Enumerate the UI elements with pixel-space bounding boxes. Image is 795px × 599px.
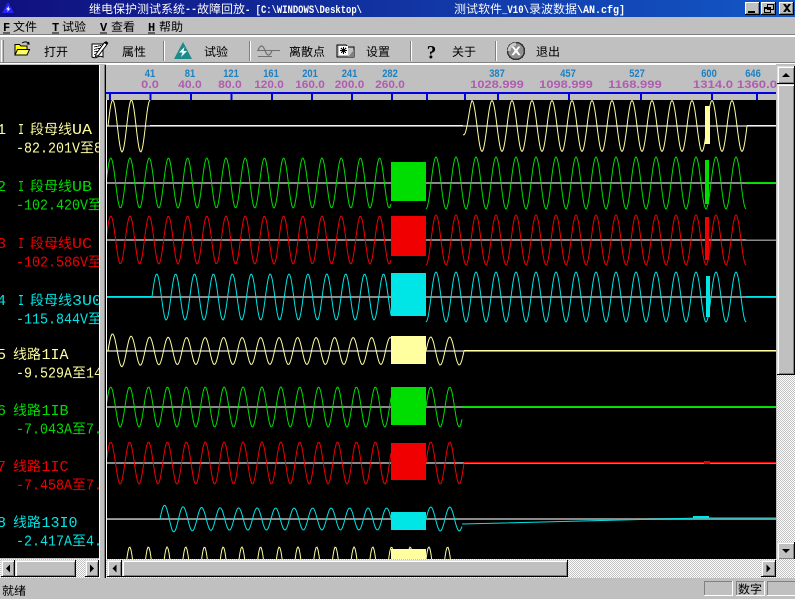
svg-text:-102.586V: -102.586V — [16, 255, 88, 272]
svg-text:4: 4 — [0, 293, 6, 310]
svg-text:200.0: 200.0 — [335, 79, 365, 91]
svg-text:1098.999: 1098.999 — [539, 79, 593, 91]
svg-text:I: I — [18, 236, 24, 253]
svg-text:-9.529A: -9.529A — [16, 366, 72, 383]
svg-text:6: 6 — [0, 403, 6, 420]
svg-text:0.0: 0.0 — [141, 79, 159, 91]
svg-text:_V10\: _V10\ — [501, 5, 529, 17]
svg-text:-102.420V: -102.420V — [16, 198, 88, 215]
svg-text:--: -- — [185, 4, 197, 16]
svg-text:1: 1 — [0, 122, 6, 139]
svg-text:1IA: 1IA — [42, 347, 69, 364]
svg-text:I: I — [18, 122, 24, 139]
svg-text:-7.458A: -7.458A — [16, 478, 72, 495]
svg-text:1IB: 1IB — [42, 403, 69, 420]
svg-text:120.0: 120.0 — [254, 79, 284, 91]
svg-text:I: I — [18, 179, 24, 196]
svg-text:-115.844V: -115.844V — [16, 312, 88, 329]
svg-text:8: 8 — [0, 515, 6, 532]
svg-text:UC: UC — [72, 236, 92, 253]
svg-text:3U0: 3U0 — [72, 293, 102, 310]
svg-text:?: ? — [427, 43, 437, 64]
svg-text:80.0: 80.0 — [218, 79, 242, 91]
svg-text:1360.0: 1360.0 — [737, 79, 777, 91]
svg-text:260.0: 260.0 — [375, 79, 405, 91]
svg-text:- [C:\WINDOWS\Desktop\: - [C:\WINDOWS\Desktop\ — [245, 5, 362, 17]
svg-text:\AN.cfg]: \AN.cfg] — [577, 5, 625, 17]
svg-text:-82.201V: -82.201V — [16, 141, 80, 158]
svg-text:1028.999: 1028.999 — [470, 79, 524, 91]
svg-text:2: 2 — [0, 179, 6, 196]
svg-text:1IC: 1IC — [42, 459, 69, 476]
svg-text:40.0: 40.0 — [178, 79, 202, 91]
svg-text:13I0: 13I0 — [42, 515, 78, 532]
svg-text:7: 7 — [0, 459, 6, 476]
svg-text:1168.999: 1168.999 — [608, 79, 662, 91]
svg-text:160.0: 160.0 — [295, 79, 325, 91]
svg-text:-2.417A: -2.417A — [16, 534, 72, 551]
svg-text:1314.0: 1314.0 — [693, 79, 733, 91]
svg-text:I: I — [18, 293, 24, 310]
svg-text:UB: UB — [72, 179, 92, 196]
svg-text:3: 3 — [0, 236, 6, 253]
svg-text:5: 5 — [0, 347, 6, 364]
svg-text:UA: UA — [72, 122, 92, 139]
svg-text:-7.043A: -7.043A — [16, 422, 72, 439]
